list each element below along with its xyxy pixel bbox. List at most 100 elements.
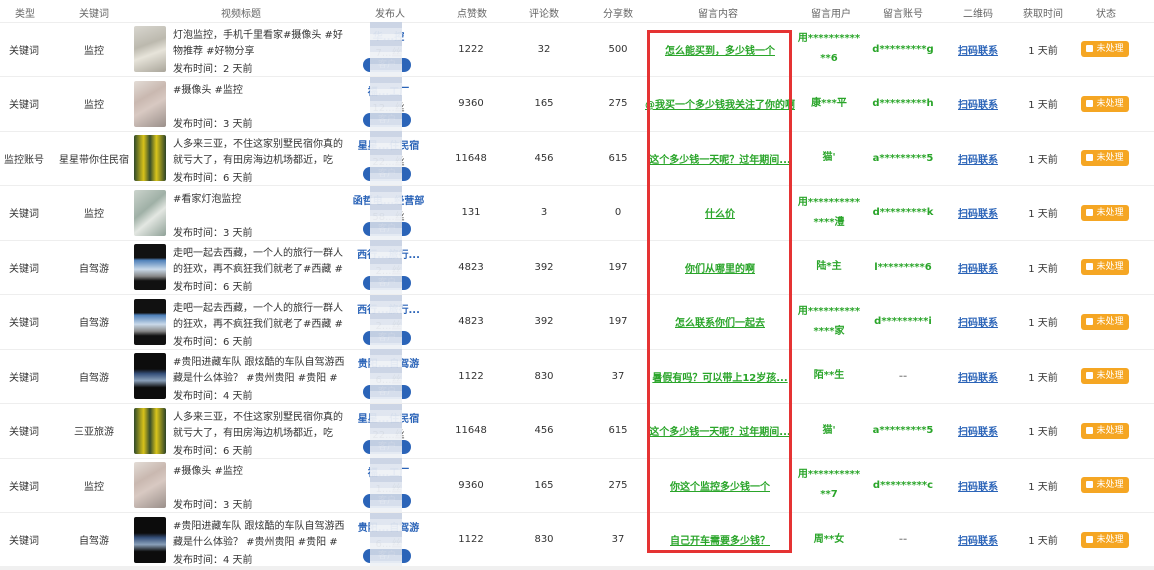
table-row: 关键词 自驾游 走吧一起去西藏，一个人的旅行一群人的狂欢，再不疯狂我们就老了#西… [0,294,1154,350]
qrcode-contact-link[interactable]: 扫码联系 [958,532,998,547]
type-cell: 关键词 [0,349,48,403]
qrcode-cell: 扫码联系 [950,295,1006,349]
status-badge[interactable]: 未处理 [1081,259,1129,275]
status-badge[interactable]: 未处理 [1081,95,1129,112]
shares-cell: 275 [588,77,648,131]
status-text: 未处理 [1096,262,1124,272]
qrcode-cell: 扫码联系 [950,349,1006,403]
video-thumbnail[interactable] [134,26,166,72]
comment-user-name: 猫' [822,152,836,163]
status-badge[interactable]: 未处理 [1081,204,1129,221]
qrcode-cell: 扫码联系 [950,22,1006,76]
status-badge[interactable]: 未处理 [1081,150,1129,166]
qrcode-contact-link[interactable]: 扫码联系 [958,369,998,384]
comment-content-link[interactable]: @我买一个多少钱我关注了你的啊 [645,96,795,111]
video-title[interactable]: #摄像头 #监控 [173,83,345,115]
comment-content-cell: 这个多少钱一天呢？过年期间... [649,404,790,458]
status-cell: 未处理 [1080,404,1130,458]
comment-account: d*********c [872,479,934,491]
privacy-blur [370,458,402,512]
privacy-blur [370,403,402,458]
qrcode-contact-link[interactable]: 扫码联系 [958,423,998,438]
col-comments: 评论数 [529,9,559,20]
comments-cell: 830 [514,349,574,403]
publish-time: 发布时间：3 天前 [173,500,253,511]
video-thumbnail[interactable] [134,516,166,563]
status-badge[interactable]: 未处理 [1081,531,1129,548]
status-cell: 未处理 [1080,77,1130,131]
video-title[interactable]: 人多来三亚，不住这家别墅民宿你真的就亏大了，有田房海边机场都近，吃海... [173,137,345,169]
comment-content-link[interactable]: 什么价 [705,205,735,220]
video-thumbnail[interactable] [134,189,166,236]
comment-content-link[interactable]: 自己开车需要多少钱？ [670,532,770,547]
privacy-blur [370,22,402,76]
fetch-time: 1 天前 [1028,536,1058,547]
video-thumbnail[interactable] [134,298,166,345]
shares-cell: 197 [588,240,648,294]
checkbox-icon [1086,154,1094,161]
likes-count: 1222 [458,43,484,55]
comment-content-link[interactable]: 怎么联系你们一起去 [675,314,765,329]
status-badge[interactable]: 未处理 [1081,477,1129,493]
video-title[interactable]: #摄像头 #监控 [173,464,345,496]
qrcode-contact-link[interactable]: 扫码联系 [958,478,998,493]
video-thumbnail[interactable] [134,462,166,508]
status-badge[interactable]: 未处理 [1081,422,1129,439]
comment-content-link[interactable]: 这个多少钱一天呢？过年期间... [649,151,790,166]
publish-time: 发布时间：6 天前 [173,282,253,293]
col-comment-account: 留言账号 [883,9,923,20]
comments-count: 32 [537,43,551,55]
fetch-time-cell: 1 天前 [1016,458,1070,512]
qrcode-contact-link[interactable]: 扫码联系 [958,42,998,57]
fetch-time-cell: 1 天前 [1016,22,1070,76]
privacy-blur [370,294,402,349]
video-thumbnail[interactable] [134,353,166,399]
likes-cell: 1122 [440,513,502,567]
video-title[interactable]: 人多来三亚，不住这家别墅民宿你真的就亏大了，有田房海边机场都近，吃海... [173,410,345,442]
video-title[interactable]: #贵阳进藏车队 跟炫酷的车队自驾游西藏是什么体验？ #贵州贵阳 #贵阳 #贵阳.… [173,355,345,387]
keyword-text: 监控 [84,481,104,493]
comments-cell: 3 [514,186,574,240]
likes-count: 4823 [458,261,484,273]
comment-content-link[interactable]: 你们从哪里的啊 [685,260,755,275]
comment-content-link[interactable]: 暑假有吗？可以带上12岁孩... [652,369,787,384]
comment-content-link[interactable]: 怎么能买到，多少钱一个 [665,42,775,57]
qrcode-contact-link[interactable]: 扫码联系 [958,205,998,220]
fetch-time: 1 天前 [1028,372,1058,384]
checkbox-icon [1086,317,1094,325]
likes-cell: 1222 [440,22,502,76]
type-cell: 监控账号 [0,131,48,185]
status-cell: 未处理 [1080,513,1130,567]
qrcode-contact-link[interactable]: 扫码联系 [958,260,998,275]
video-thumbnail[interactable] [134,244,166,290]
likes-cell: 9360 [440,458,502,512]
video-title[interactable]: 灯泡监控，手机千里看家#摄像头 #好物推荐 #好物分享 [173,28,345,60]
video-thumbnail[interactable] [134,80,166,127]
video-thumbnail[interactable] [134,407,166,454]
status-badge[interactable]: 未处理 [1081,368,1129,384]
status-badge[interactable]: 未处理 [1081,41,1129,57]
qrcode-contact-link[interactable]: 扫码联系 [958,96,998,111]
likes-cell: 4823 [440,295,502,349]
comment-content-link[interactable]: 你这个监控多少钱一个 [670,478,770,493]
video-thumbnail[interactable] [134,135,166,181]
status-text: 未处理 [1096,425,1124,436]
keyword-text: 自驾游 [79,318,109,329]
video-title[interactable]: #贵阳进藏车队 跟炫酷的车队自驾游西藏是什么体验？ #贵州贵阳 #贵阳 #贵阳.… [173,519,345,551]
col-status: 状态 [1096,9,1116,20]
video-title[interactable]: 走吧一起去西藏，一个人的旅行一群人的狂欢，再不疯狂我们就老了#西藏 #旅行... [173,246,345,278]
comment-account-cell: a*********5 [870,404,936,458]
video-title[interactable]: #看家灯泡监控 [173,192,345,224]
shares-count: 500 [608,43,628,55]
shares-count: 197 [608,261,628,273]
comment-content-link[interactable]: 这个多少钱一天呢？过年期间... [649,423,790,438]
qrcode-contact-link[interactable]: 扫码联系 [958,151,998,166]
status-badge[interactable]: 未处理 [1081,313,1129,330]
shares-count: 275 [608,98,628,109]
qrcode-contact-link[interactable]: 扫码联系 [958,314,998,329]
shares-cell: 37 [588,513,648,567]
type-cell: 关键词 [0,77,48,131]
video-title[interactable]: 走吧一起去西藏，一个人的旅行一群人的狂欢，再不疯狂我们就老了#西藏 #旅行... [173,301,345,333]
comments-count: 3 [540,207,548,218]
comment-user-name: 陌**生 [813,370,845,381]
